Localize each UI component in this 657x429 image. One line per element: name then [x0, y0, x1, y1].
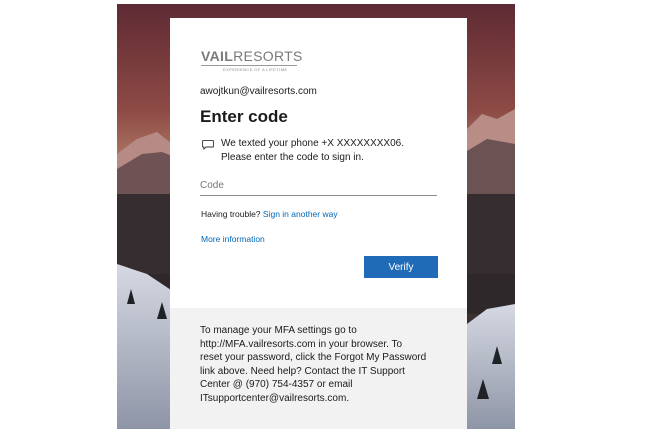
footer-line: Center @ (970) 754-4357 or email: [200, 379, 353, 391]
footer-line: link above. Need help? Contact the IT Su…: [200, 365, 405, 377]
card-main: VAILRESORTS EXPERIENCE OF A LIFETIME awo…: [170, 18, 467, 308]
having-trouble-label: Having trouble?: [201, 209, 261, 219]
more-information-link[interactable]: More information: [201, 234, 265, 244]
footer-line: To manage your MFA settings go to: [200, 325, 357, 336]
logo-wordmark-light: RESORTS: [233, 48, 303, 64]
logo-wordmark: VAILRESORTS: [201, 48, 303, 64]
account-email: awojtkun@vailresorts.com: [200, 86, 317, 97]
instruction-line-2: Please enter the code to sign in.: [221, 152, 364, 163]
footer-line: ITsupportcenter@vailresorts.com.: [200, 392, 350, 404]
page-title: Enter code: [200, 107, 288, 126]
instruction-line-1: We texted your phone +X XXXXXXXX06.: [221, 138, 404, 149]
message-icon: [202, 140, 214, 150]
footer-line: http://MFA.vailresorts.com in your brows…: [200, 338, 403, 350]
code-input[interactable]: [200, 176, 437, 196]
sign-in-another-way-link[interactable]: Sign in another way: [263, 209, 338, 219]
logo-tagline: EXPERIENCE OF A LIFETIME: [223, 67, 288, 72]
logo-wordmark-bold: VAIL: [201, 48, 234, 64]
verify-button[interactable]: Verify: [364, 256, 438, 278]
footer-text: To manage your MFA settings go to http:/…: [200, 324, 450, 406]
logo-underline: [201, 65, 297, 66]
page: VAILRESORTS EXPERIENCE OF A LIFETIME awo…: [0, 0, 657, 429]
having-trouble-text: Having trouble? Sign in another way: [201, 209, 338, 219]
vail-resorts-logo: VAILRESORTS EXPERIENCE OF A LIFETIME: [201, 48, 303, 72]
footer-line: reset your password, click the Forgot My…: [200, 352, 427, 364]
sign-in-card: VAILRESORTS EXPERIENCE OF A LIFETIME awo…: [170, 18, 467, 429]
footer-info: To manage your MFA settings go to http:/…: [170, 308, 467, 429]
